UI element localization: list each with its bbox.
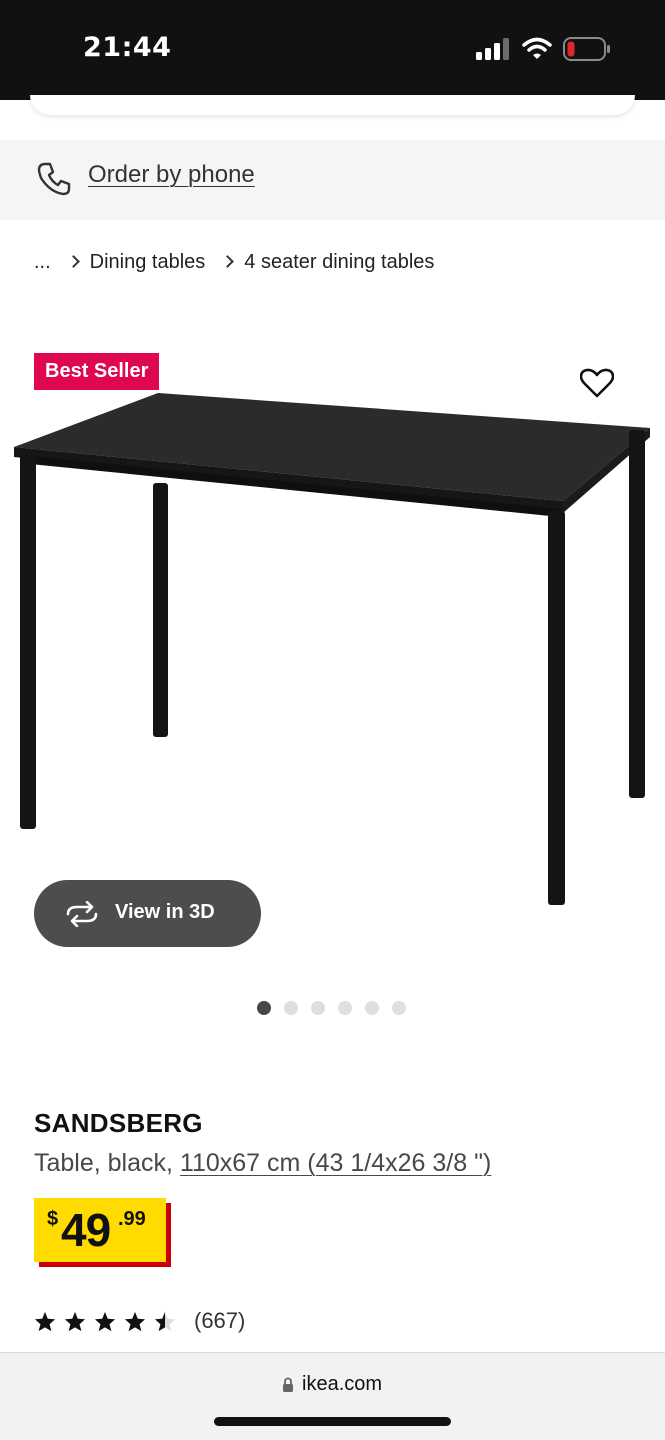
order-by-phone-link[interactable]: Order by phone [88,161,255,189]
product-rating[interactable]: (667) [34,1308,245,1334]
breadcrumb-4-seater-dining-tables[interactable]: 4 seater dining tables [244,251,434,274]
rotate-3d-icon [66,901,98,927]
star-icon [94,1311,116,1331]
breadcrumb: ... Dining tables 4 seater dining tables [34,248,434,276]
product-description: Table, black, 110x67 cm (43 1/4x26 3/8 "… [34,1149,491,1178]
product-name: SANDSBERG [34,1108,203,1138]
product-size-link[interactable]: 110x67 cm (43 1/4x26 3/8 ") [180,1149,491,1177]
phone-icon [37,162,71,196]
star-icon [34,1311,56,1331]
price-decimal: .99 [118,1208,146,1230]
carousel-dot[interactable] [365,1001,379,1015]
price-tag: $ 49 .99 [34,1198,166,1262]
status-time: 21:44 [83,32,172,63]
browser-url-bar[interactable] [0,1352,665,1440]
chevron-right-icon [221,254,235,268]
lock-icon [283,1377,293,1392]
price-currency: $ [47,1208,59,1230]
best-seller-badge: Best Seller [34,353,160,390]
product-image[interactable] [10,385,655,910]
battery-low-icon [563,37,610,61]
wifi-icon [522,37,552,59]
carousel-dot[interactable] [311,1001,325,1015]
carousel-dot[interactable] [257,1001,271,1015]
search-bar-edge [30,95,635,115]
view-in-3d-button[interactable]: View in 3D [34,880,261,947]
star-icon [64,1311,86,1331]
heart-icon[interactable] [580,368,614,400]
product-description-text: Table, black, [34,1149,180,1177]
view-in-3d-label: View in 3D [115,901,215,923]
rating-count: (667) [194,1308,246,1333]
home-indicator [214,1417,451,1426]
star-icon [124,1311,146,1331]
status-bar: 21:44 [0,0,665,100]
carousel-dot[interactable] [338,1001,352,1015]
breadcrumb-ellipsis[interactable]: ... [34,251,51,274]
carousel-indicator [257,1001,406,1015]
breadcrumb-dining-tables[interactable]: Dining tables [90,251,206,274]
price-integer: 49 [61,1204,111,1256]
carousel-dot[interactable] [284,1001,298,1015]
signal-icon [476,38,509,60]
carousel-dot[interactable] [392,1001,406,1015]
star-half-icon [154,1311,176,1331]
chevron-right-icon [66,254,80,268]
url-text[interactable]: ikea.com [302,1373,382,1396]
